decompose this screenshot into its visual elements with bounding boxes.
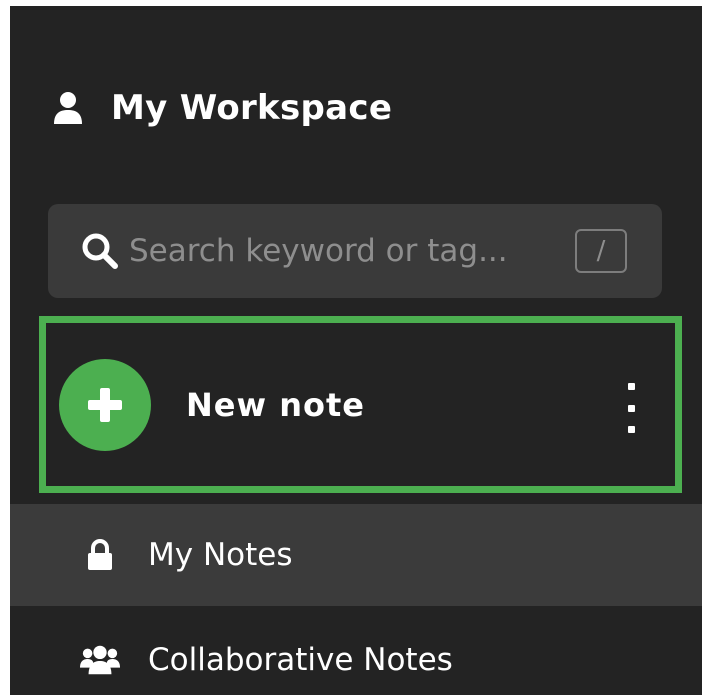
- more-vertical-icon[interactable]: [623, 383, 639, 433]
- nav-item-my-notes[interactable]: My Notes: [10, 504, 702, 606]
- user-icon: [51, 88, 85, 128]
- workspace-header[interactable]: My Workspace: [51, 78, 392, 138]
- new-note-button[interactable]: New note: [39, 316, 682, 493]
- search-box[interactable]: Search keyword or tag... /: [48, 204, 662, 298]
- lock-icon: [80, 535, 120, 575]
- new-note-label: New note: [186, 385, 365, 424]
- search-shortcut-badge: /: [575, 229, 627, 273]
- search-icon: [79, 230, 121, 272]
- nav-item-label: My Notes: [148, 537, 293, 573]
- sidebar: My Workspace Search keyword or tag... / …: [10, 6, 702, 695]
- nav-item-label: Collaborative Notes: [148, 642, 453, 678]
- nav-item-collaborative-notes[interactable]: Collaborative Notes: [10, 609, 702, 695]
- plus-icon: [59, 358, 151, 451]
- workspace-title: My Workspace: [111, 88, 393, 128]
- users-icon: [80, 640, 120, 680]
- search-input[interactable]: Search keyword or tag...: [129, 233, 508, 269]
